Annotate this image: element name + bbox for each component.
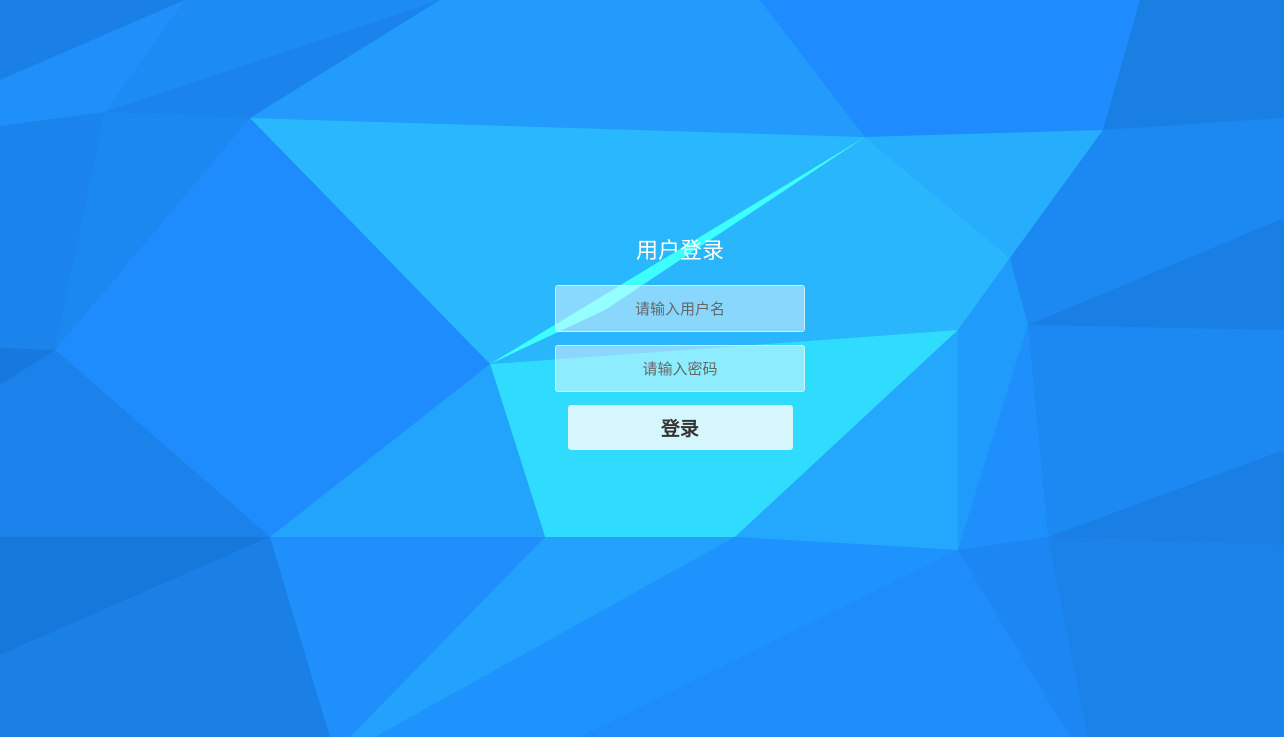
username-input[interactable] — [555, 285, 805, 332]
login-button[interactable]: 登录 — [567, 405, 793, 450]
login-form: 用户登录 登录 — [555, 232, 805, 450]
login-page: 用户登录 登录 — [0, 0, 1284, 737]
login-title: 用户登录 — [635, 239, 724, 264]
password-input[interactable] — [555, 345, 805, 392]
